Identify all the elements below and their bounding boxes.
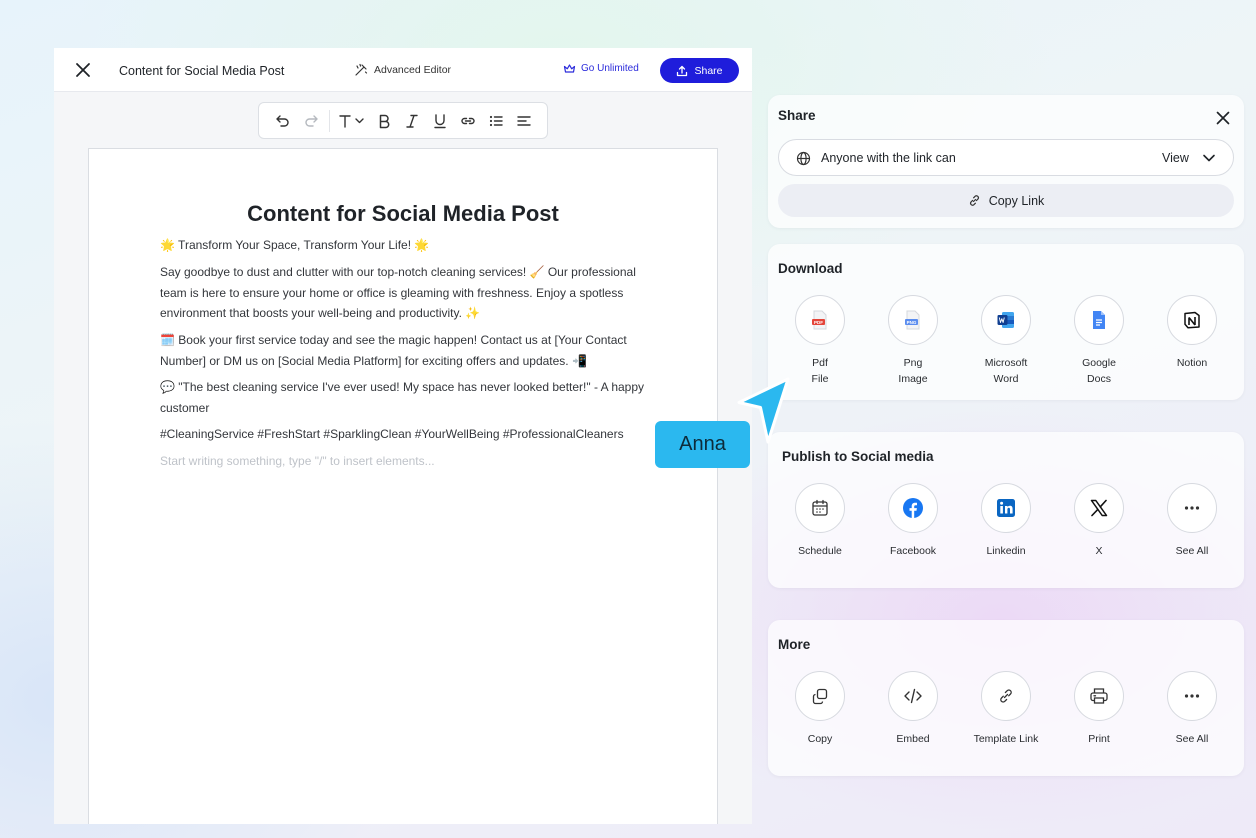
close-icon[interactable]: [1215, 110, 1231, 126]
download-pdf-button[interactable]: PDF Pdf File: [795, 295, 845, 387]
close-icon[interactable]: [74, 61, 92, 79]
advanced-editor-label: Advanced Editor: [374, 64, 452, 76]
paragraph[interactable]: Say goodbye to dust and clutter with our…: [160, 262, 650, 324]
link-icon: [981, 671, 1031, 721]
download-word-button[interactable]: Microsoft Word: [981, 295, 1031, 387]
paragraph[interactable]: 🗓️ Book your first service today and see…: [160, 330, 650, 371]
more-icon: [1167, 671, 1217, 721]
upload-icon: [676, 65, 688, 77]
linkedin-button[interactable]: Linkedin: [981, 483, 1031, 559]
social-label: X: [1095, 545, 1103, 557]
social-panel-title: Publish to Social media: [782, 449, 934, 464]
download-label: Google Docs: [1082, 357, 1116, 385]
copy-link-label: Copy Link: [988, 193, 1045, 208]
access-value: View: [1162, 151, 1189, 165]
download-label: Microsoft Word: [984, 357, 1028, 385]
underline-icon[interactable]: [426, 108, 454, 134]
social-panel: Publish to Social media Schedule Faceboo…: [768, 432, 1244, 588]
magic-pen-icon: [354, 63, 368, 77]
more-label: Embed: [896, 733, 930, 745]
copy-icon: [795, 671, 845, 721]
linkedin-icon: [981, 483, 1031, 533]
undo-icon[interactable]: [269, 108, 297, 134]
download-panel-title: Download: [778, 261, 843, 276]
text-style-icon[interactable]: [334, 108, 370, 134]
calendar-icon: [795, 483, 845, 533]
document-page[interactable]: Content for Social Media Post 🌟 Transfor…: [88, 148, 718, 824]
document-heading[interactable]: Content for Social Media Post: [89, 201, 717, 227]
facebook-icon: [888, 483, 938, 533]
x-icon: [1074, 483, 1124, 533]
link-icon: [968, 194, 981, 207]
x-button[interactable]: X: [1074, 483, 1124, 559]
schedule-button[interactable]: Schedule: [795, 483, 845, 559]
share-panel-title: Share: [778, 108, 816, 123]
redo-icon[interactable]: [297, 108, 325, 134]
chevron-down-icon: [1202, 153, 1216, 163]
social-label: See All: [1175, 545, 1209, 557]
paragraph[interactable]: 💬 "The best cleaning service I've ever u…: [160, 377, 650, 418]
download-panel: Download PDF Pdf File PNG Png Image Micr…: [768, 244, 1244, 400]
more-options: Copy Embed Template Link Print See All: [795, 671, 1217, 747]
editor-placeholder[interactable]: Start writing something, type "/" to ins…: [160, 451, 650, 472]
link-icon[interactable]: [454, 108, 482, 134]
align-left-icon[interactable]: [510, 108, 538, 134]
globe-icon: [796, 151, 811, 166]
pdf-icon: PDF: [795, 295, 845, 345]
crown-icon: [563, 63, 576, 74]
editor-window: Content for Social Media Post Advanced E…: [54, 48, 752, 824]
advanced-editor-button[interactable]: Advanced Editor: [354, 63, 451, 77]
template-link-button[interactable]: Template Link: [974, 671, 1038, 747]
italic-icon[interactable]: [398, 108, 426, 134]
paragraph[interactable]: #CleaningService #FreshStart #SparklingC…: [160, 424, 650, 445]
embed-button[interactable]: Embed: [888, 671, 938, 747]
bold-icon[interactable]: [370, 108, 398, 134]
more-label: Template Link: [973, 733, 1039, 745]
svg-text:PDF: PDF: [814, 320, 823, 325]
more-icon: [1167, 483, 1217, 533]
more-label: Print: [1088, 733, 1110, 745]
go-unlimited-label: Go Unlimited: [581, 63, 639, 74]
share-label: Share: [694, 64, 723, 77]
more-label: Copy: [807, 733, 833, 745]
download-notion-button[interactable]: Notion: [1167, 295, 1217, 387]
paragraph[interactable]: 🌟 Transform Your Space, Transform Your L…: [160, 235, 650, 256]
print-button[interactable]: Print: [1074, 671, 1124, 747]
format-toolbar: [258, 102, 548, 139]
see-all-social-button[interactable]: See All: [1167, 483, 1217, 559]
download-png-button[interactable]: PNG Png Image: [888, 295, 938, 387]
toolbar-divider: [329, 109, 330, 132]
social-label: Facebook: [889, 545, 937, 557]
collaborator-label: Anna: [655, 421, 750, 468]
share-button[interactable]: Share: [660, 58, 739, 83]
notion-icon: [1167, 295, 1217, 345]
social-label: Schedule: [798, 545, 842, 557]
more-label: See All: [1175, 733, 1209, 745]
bullet-list-icon[interactable]: [482, 108, 510, 134]
social-label: Linkedin: [986, 545, 1026, 557]
copy-link-button[interactable]: Copy Link: [778, 184, 1234, 217]
download-google-docs-button[interactable]: Google Docs: [1074, 295, 1124, 387]
svg-text:PNG: PNG: [907, 320, 917, 325]
png-icon: PNG: [888, 295, 938, 345]
google-docs-icon: [1074, 295, 1124, 345]
more-panel: More Copy Embed Template Link Print See …: [768, 620, 1244, 776]
access-text: Anyone with the link can: [821, 151, 956, 165]
editor-topbar: Content for Social Media Post Advanced E…: [54, 48, 752, 92]
document-title: Content for Social Media Post: [119, 64, 285, 78]
link-access-dropdown[interactable]: Anyone with the link can View: [778, 139, 1234, 176]
download-options: PDF Pdf File PNG Png Image Microsoft Wor…: [795, 295, 1217, 387]
copy-button[interactable]: Copy: [795, 671, 845, 747]
printer-icon: [1074, 671, 1124, 721]
embed-icon: [888, 671, 938, 721]
go-unlimited-button[interactable]: Go Unlimited: [563, 63, 639, 74]
see-all-more-button[interactable]: See All: [1167, 671, 1217, 747]
facebook-button[interactable]: Facebook: [888, 483, 938, 559]
social-options: Schedule Facebook Linkedin X See All: [795, 483, 1217, 559]
word-icon: [981, 295, 1031, 345]
share-panel: Share Anyone with the link can View Copy…: [768, 95, 1244, 228]
download-label: Png Image: [898, 357, 928, 385]
download-label: Notion: [1176, 357, 1208, 369]
more-panel-title: More: [778, 637, 811, 652]
